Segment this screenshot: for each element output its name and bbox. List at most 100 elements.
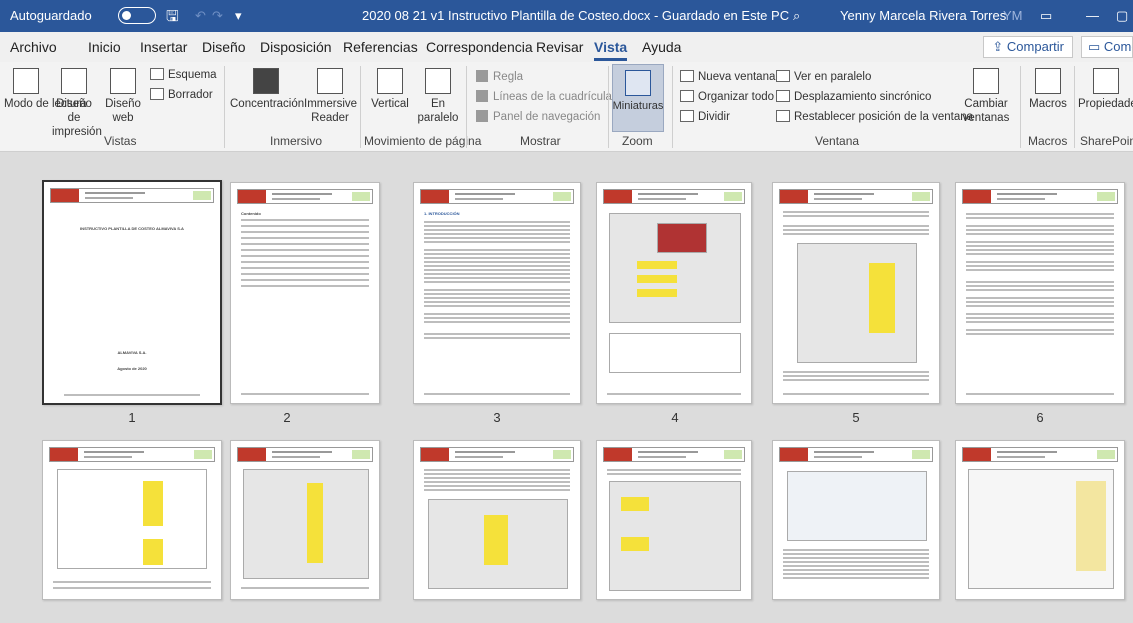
immersive-reader-icon — [317, 68, 343, 94]
en-paralelo-button[interactable]: En paralelo — [416, 68, 460, 125]
logo-icon — [963, 190, 991, 203]
redo-icon[interactable]: ↷ — [212, 8, 223, 24]
document-canvas[interactable]: INSTRUCTIVO PLANTILLA DE COSTEO ALMAVIVA… — [0, 152, 1133, 623]
tab-diseno[interactable]: Diseño — [202, 39, 246, 55]
page-thumbnail-9[interactable] — [413, 440, 581, 600]
dividir-button[interactable]: Dividir — [680, 110, 730, 123]
logo-icon — [421, 448, 449, 461]
page-number: 1 — [128, 410, 136, 425]
page-thumbnail-12[interactable] — [955, 440, 1125, 600]
nueva-ventana-button[interactable]: Nueva ventana — [680, 70, 775, 83]
tab-vista[interactable]: Vista — [594, 39, 628, 61]
tab-archivo[interactable]: Archivo — [10, 39, 57, 55]
page-header — [779, 189, 933, 204]
ribbon: Modo de lectura Diseño de impresión Dise… — [0, 62, 1133, 152]
diseno-web-button[interactable]: Diseño web — [104, 68, 142, 125]
tab-insertar[interactable]: Insertar — [140, 39, 187, 55]
page-header — [237, 189, 373, 204]
immersive-reader-button[interactable]: Immersive Reader — [304, 68, 357, 125]
page-thumbnail-10[interactable] — [596, 440, 752, 600]
vertical-button[interactable]: Vertical — [368, 68, 412, 111]
restore-icon[interactable]: ▢ — [1116, 8, 1128, 24]
properties-icon — [1092, 68, 1119, 94]
group-label-movimiento: Movimiento de página — [364, 134, 482, 148]
checkbox-icon — [476, 70, 488, 82]
undo-icon[interactable]: ↶ — [195, 8, 206, 24]
group-label-mostrar: Mostrar — [520, 134, 561, 148]
modo-lectura-button[interactable]: Modo de lectura — [4, 68, 86, 111]
separator — [672, 66, 673, 148]
splash-image — [657, 223, 707, 253]
separator — [360, 66, 361, 148]
concentracion-button[interactable]: Concentración — [230, 68, 304, 111]
document-title[interactable]: 2020 08 21 v1 Instructivo Plantilla de C… — [362, 8, 789, 23]
restablecer-posicion-button[interactable]: Restablecer posición de la ventana — [776, 110, 973, 123]
propiedades-button[interactable]: Propiedades — [1078, 68, 1133, 111]
tab-revisar[interactable]: Revisar — [536, 39, 583, 55]
print-layout-icon — [61, 68, 87, 94]
logo-icon — [421, 190, 449, 203]
thumbnails-icon — [625, 70, 651, 96]
search-icon[interactable]: ⌕ — [793, 8, 800, 24]
tab-disposicion[interactable]: Disposición — [260, 39, 332, 55]
regla-checkbox[interactable]: Regla — [476, 70, 523, 83]
page-thumbnail-4[interactable] — [596, 182, 752, 404]
page-thumbnail-5[interactable] — [772, 182, 940, 404]
group-label-sharepoint: SharePoint — [1080, 134, 1133, 148]
page-thumbnail-3[interactable]: 1. INTRODUCCIÓN — [413, 182, 581, 404]
panel-navegacion-checkbox[interactable]: Panel de navegación — [476, 110, 600, 123]
page-thumbnail-1[interactable]: INSTRUCTIVO PLANTILLA DE COSTEO ALMAVIVA… — [42, 180, 222, 405]
logo-icon — [780, 190, 808, 203]
ribbon-display-options-icon[interactable]: ▭ — [1040, 8, 1052, 24]
esquema-button[interactable]: Esquema — [150, 68, 217, 81]
cambiar-ventanas-button[interactable]: Cambiar ventanas — [960, 68, 1012, 125]
minimize-icon[interactable]: — — [1086, 8, 1099, 23]
save-icon[interactable]: 🖫 — [166, 6, 179, 31]
screenshot-image — [797, 243, 917, 363]
focus-icon — [253, 68, 279, 94]
macros-icon — [1035, 68, 1061, 94]
page-thumbnail-8[interactable] — [230, 440, 380, 600]
tab-correspondencia[interactable]: Correspondencia — [426, 39, 533, 55]
page-number: 6 — [1036, 410, 1044, 425]
diseno-impresion-button[interactable]: Diseño de impresión — [52, 68, 102, 139]
separator — [1074, 66, 1075, 148]
page-number: 4 — [671, 410, 679, 425]
tab-referencias[interactable]: Referencias — [343, 39, 418, 55]
switch-windows-icon — [973, 68, 999, 94]
user-name[interactable]: Yenny Marcela Rivera Torres — [840, 8, 1006, 23]
web-layout-icon — [110, 68, 136, 94]
page-thumbnail-11[interactable] — [772, 440, 940, 600]
ver-en-paralelo-button[interactable]: Ver en paralelo — [776, 70, 871, 83]
share-button[interactable]: ⇪ Compartir — [983, 36, 1073, 58]
lineas-checkbox[interactable]: Líneas de la cuadrícula — [476, 90, 612, 103]
tab-inicio[interactable]: Inicio — [88, 39, 121, 55]
desplazamiento-sincronico-button[interactable]: Desplazamiento sincrónico — [776, 90, 931, 103]
user-initials[interactable]: YM — [1003, 8, 1023, 23]
page-thumbnail-6[interactable] — [955, 182, 1125, 404]
page3-heading: 1. INTRODUCCIÓN — [424, 211, 460, 216]
page1-date: Agosto de 2020 — [117, 366, 147, 371]
page-header — [420, 189, 574, 204]
sync-scroll-icon — [776, 90, 790, 102]
organizar-todo-button[interactable]: Organizar todo — [680, 90, 774, 103]
page-header — [962, 189, 1118, 204]
page-header — [779, 447, 933, 462]
logo-icon — [604, 190, 632, 203]
checkbox-icon — [476, 90, 488, 102]
logo-icon — [604, 448, 632, 461]
separator — [1020, 66, 1021, 148]
page1-title: INSTRUCTIVO PLANTILLA DE COSTEO ALMAVIVA… — [80, 226, 184, 231]
customize-toolbar-icon[interactable]: ▾ — [235, 8, 242, 24]
borrador-button[interactable]: Borrador — [150, 88, 213, 101]
page-thumbnail-7[interactable] — [42, 440, 222, 600]
tab-ayuda[interactable]: Ayuda — [642, 39, 681, 55]
logo-icon — [238, 448, 266, 461]
macros-button[interactable]: Macros — [1026, 68, 1070, 111]
autosave-toggle[interactable] — [118, 7, 156, 24]
page-thumbnail-2[interactable]: Contenido — [230, 182, 380, 404]
page1-company: ALMAVIVA S.A. — [117, 350, 147, 355]
group-label-macros: Macros — [1028, 134, 1068, 148]
comments-button[interactable]: ▭ Comentarios — [1081, 36, 1133, 58]
side-to-side-icon — [425, 68, 451, 94]
